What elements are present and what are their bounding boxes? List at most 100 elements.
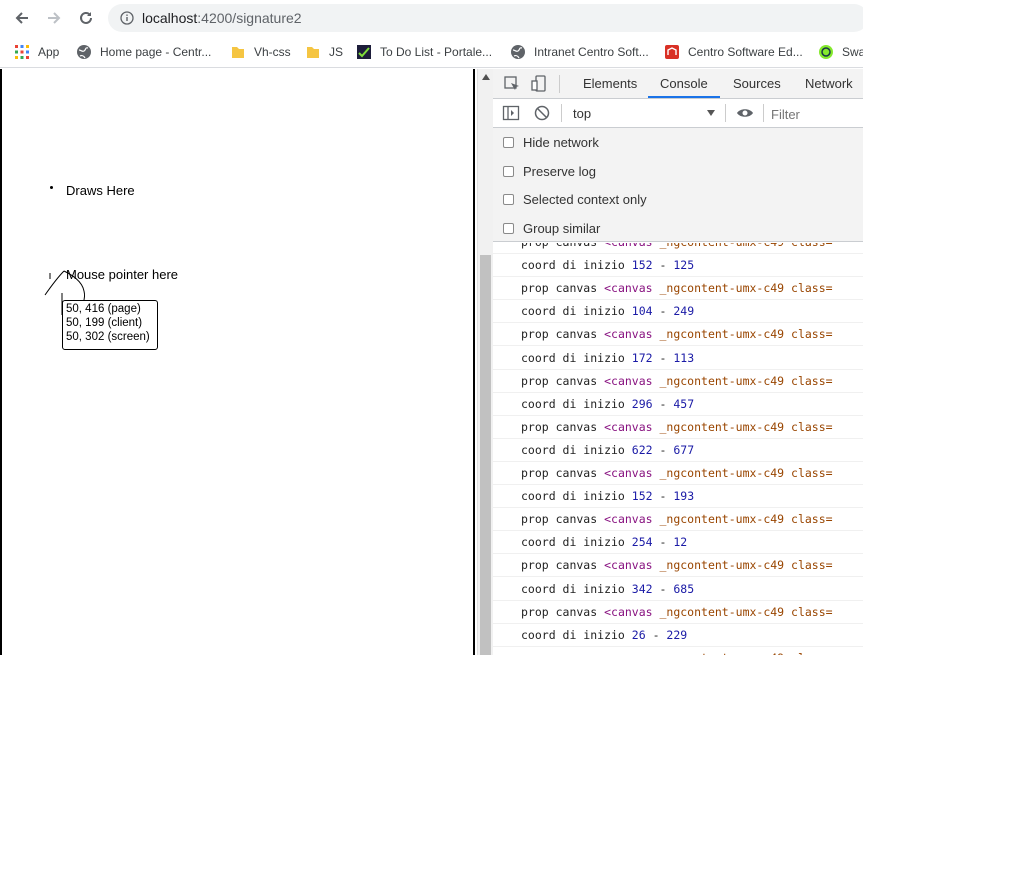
option-selected-context-only[interactable]: Selected context only xyxy=(503,190,647,208)
option-preserve-log[interactable]: Preserve log xyxy=(503,162,596,180)
console-log-coord[interactable]: coord di inizio 26 - 229 xyxy=(493,624,863,647)
log-label: coord di inizio xyxy=(521,581,632,596)
bookmark-home-page[interactable]: Home page - Centr... xyxy=(76,42,211,62)
bookmark-label: Intranet Centro Soft... xyxy=(534,45,649,59)
globe-icon xyxy=(511,45,525,59)
coord-x: 342 xyxy=(631,581,653,596)
canvas-tag[interactable]: <canvas xyxy=(604,605,659,619)
reload-button[interactable] xyxy=(74,6,98,30)
info-icon[interactable] xyxy=(120,11,134,25)
console-log-coord[interactable]: coord di inizio 152 - 193 xyxy=(493,485,863,509)
console-log-coord[interactable]: coord di inizio 152 - 125 xyxy=(493,254,863,278)
log-text: prop canvas <canvas _ngcontent-umx-c49 c… xyxy=(521,605,833,619)
chevron-down-icon[interactable] xyxy=(707,110,715,116)
checkbox[interactable] xyxy=(503,136,514,148)
console-log-coord[interactable]: coord di inizio 342 - 685 xyxy=(493,578,863,601)
canvas-attrs: _ngcontent-umx-c49 class= xyxy=(659,419,833,434)
bookmark-app[interactable]: App xyxy=(14,42,59,62)
live-expression-eye-icon[interactable] xyxy=(736,104,754,122)
bookmark-vh-css[interactable]: Vh-css xyxy=(230,42,291,62)
tab-sources[interactable]: Sources xyxy=(733,76,781,91)
log-label: coord di inizio xyxy=(521,396,632,411)
tab-network[interactable]: Network xyxy=(805,76,853,91)
active-tab-indicator xyxy=(648,96,720,98)
device-toolbar-icon[interactable] xyxy=(531,75,549,93)
context-selector[interactable]: top xyxy=(573,106,591,121)
option-hide-network[interactable]: Hide network xyxy=(503,133,599,151)
tab-elements[interactable]: Elements xyxy=(583,76,637,91)
checkbox[interactable] xyxy=(503,165,514,177)
console-filter-input[interactable] xyxy=(771,105,863,123)
log-label: prop canvas xyxy=(521,373,605,388)
canvas-attrs: _ngcontent-umx-c49 class= xyxy=(659,373,833,388)
toolbar-separator xyxy=(725,104,726,122)
back-button[interactable] xyxy=(10,6,34,30)
coord-separator: - xyxy=(645,627,667,642)
canvas-tag[interactable]: <canvas xyxy=(604,651,659,655)
log-text: coord di inizio 622 - 677 xyxy=(521,443,694,457)
canvas-tag[interactable]: <canvas xyxy=(604,466,659,480)
console-log-prop-canvas[interactable]: prop canvas <canvas _ngcontent-umx-c49 c… xyxy=(493,416,863,439)
show-sidebar-icon[interactable] xyxy=(502,104,520,122)
log-label: coord di inizio xyxy=(521,350,632,365)
coord-separator: - xyxy=(652,581,674,596)
canvas-tag[interactable]: <canvas xyxy=(604,374,659,388)
option-label: Preserve log xyxy=(523,163,596,179)
console-log-prop-canvas[interactable]: prop canvas <canvas _ngcontent-umx-c49 c… xyxy=(493,462,863,485)
console-log-prop-canvas[interactable]: prop canvas <canvas _ngcontent-umx-c49 c… xyxy=(493,243,863,254)
console-log-coord[interactable]: coord di inizio 104 - 249 xyxy=(493,300,863,324)
console-log-prop-canvas[interactable]: prop canvas <canvas _ngcontent-umx-c49 c… xyxy=(493,601,863,624)
inspect-element-icon[interactable] xyxy=(503,75,521,93)
forward-button[interactable] xyxy=(42,6,66,30)
console-log-prop-canvas[interactable]: prop canvas <canvas _ngcontent-umx-c49 c… xyxy=(493,370,863,393)
canvas-tag[interactable]: <canvas xyxy=(604,558,659,572)
canvas-tag[interactable]: <canvas xyxy=(604,243,659,249)
coord-y: 249 xyxy=(673,304,695,319)
bookmark-js[interactable]: JS xyxy=(305,42,343,62)
scroll-up-arrow-icon[interactable] xyxy=(482,74,490,80)
canvas-attrs: _ngcontent-umx-c49 class= xyxy=(659,466,833,480)
browser-window: localhost:4200/signature2 App Home page … xyxy=(0,0,863,655)
console-log-coord[interactable]: coord di inizio 254 - 12 xyxy=(493,531,863,555)
bookmark-label: To Do List - Portale... xyxy=(380,45,493,59)
apps-grid-icon xyxy=(15,45,29,59)
page-canvas-area[interactable]: Draws Here Mouse pointer here 50, 416 (p… xyxy=(0,69,475,655)
console-log-coord[interactable]: coord di inizio 296 - 457 xyxy=(493,393,863,416)
console-log-prop-canvas[interactable]: prop canvas <canvas _ngcontent-umx-c49 c… xyxy=(493,508,863,532)
log-label: prop canvas xyxy=(521,558,605,573)
page-coords: 50, 416 (page) xyxy=(66,303,141,315)
bookmark-intranet[interactable]: Intranet Centro Soft... xyxy=(510,42,649,62)
console-log-prop-canvas[interactable]: prop canvas <canvas _ngcontent-umx-c49 c… xyxy=(493,323,863,347)
bookmark-swagger[interactable]: Swa xyxy=(818,42,863,62)
checkbox[interactable] xyxy=(503,193,514,205)
console-log-prop-canvas[interactable]: prop canvas <canvas _ngcontent-umx-c49 c… xyxy=(493,277,863,301)
screen-coords: 50, 302 (screen) xyxy=(66,331,150,343)
console-log-prop-canvas[interactable]: prop canvas <canvas _ngcontent-umx-c49 c… xyxy=(493,647,863,655)
console-settings-pane: Hide network Preserve log Selected conte… xyxy=(493,128,863,242)
bookmark-centro-software[interactable]: Centro Software Ed... xyxy=(664,42,803,62)
address-bar[interactable]: localhost:4200/signature2 xyxy=(108,4,863,32)
log-text: prop canvas <canvas _ngcontent-umx-c49 c… xyxy=(521,558,833,572)
page-scrollbar[interactable] xyxy=(477,69,493,655)
devtools-panel: Elements Console Sources Network top Hid… xyxy=(493,69,863,655)
clear-console-icon[interactable] xyxy=(533,104,551,122)
folder-icon xyxy=(307,47,319,58)
centro-logo-icon xyxy=(665,45,679,59)
canvas-tag[interactable]: <canvas xyxy=(604,281,659,295)
canvas-tag[interactable]: <canvas xyxy=(604,327,659,341)
coord-separator: - xyxy=(652,396,674,411)
scrollbar-thumb[interactable] xyxy=(480,255,491,655)
console-log-coord[interactable]: coord di inizio 622 - 677 xyxy=(493,439,863,462)
tab-console[interactable]: Console xyxy=(660,76,708,91)
bookmark-to-do-list[interactable]: To Do List - Portale... xyxy=(356,42,492,62)
checkbox[interactable] xyxy=(503,222,514,234)
option-group-similar[interactable]: Group similar xyxy=(503,219,600,237)
console-log-prop-canvas[interactable]: prop canvas <canvas _ngcontent-umx-c49 c… xyxy=(493,554,863,578)
canvas-attrs: _ngcontent-umx-c49 class= xyxy=(659,604,833,619)
browser-toolbar: localhost:4200/signature2 xyxy=(0,0,863,37)
todo-icon xyxy=(357,45,371,59)
console-log-area[interactable]: prop canvas <canvas _ngcontent-umx-c49 c… xyxy=(493,243,863,655)
canvas-tag[interactable]: <canvas xyxy=(604,420,659,434)
console-log-coord[interactable]: coord di inizio 172 - 113 xyxy=(493,347,863,370)
canvas-tag[interactable]: <canvas xyxy=(604,512,659,526)
